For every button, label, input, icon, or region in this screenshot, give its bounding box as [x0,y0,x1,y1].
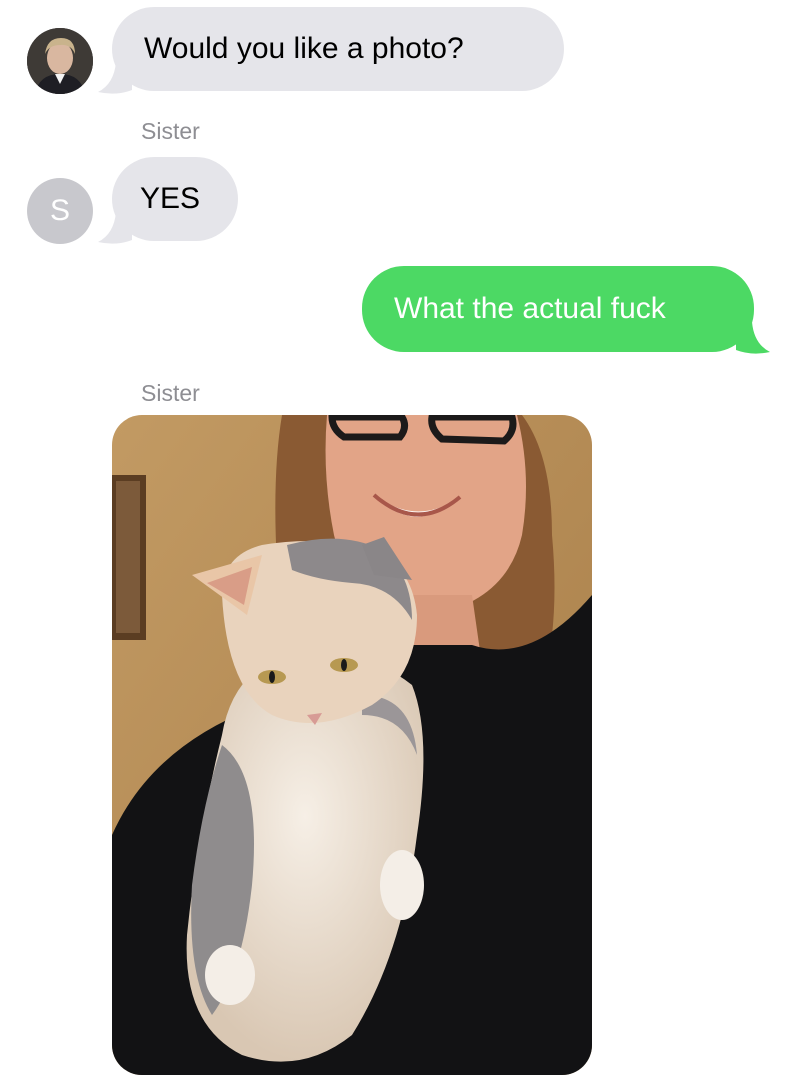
contact-avatar-initial[interactable]: S [27,178,93,244]
sender-name: Sister [141,118,200,144]
person-portrait-icon [27,28,93,94]
message-text: YES [140,182,201,215]
bubble-tail [736,322,770,354]
woman-holding-cat-photo [112,415,592,1075]
message-text: What the actual fuck [394,292,666,325]
bubble-tail [98,62,132,94]
incoming-message-bubble[interactable]: Would you like a photo? [112,7,564,91]
contact-avatar-photo[interactable] [27,28,93,94]
avatar-initial-letter: S [49,194,70,227]
outgoing-message-bubble[interactable]: What the actual fuck [362,266,754,352]
message-text: Would you like a photo? [144,32,464,65]
sender-name: Sister [141,380,200,406]
photo-attachment[interactable] [112,415,592,1075]
bubble-tail [98,212,132,244]
